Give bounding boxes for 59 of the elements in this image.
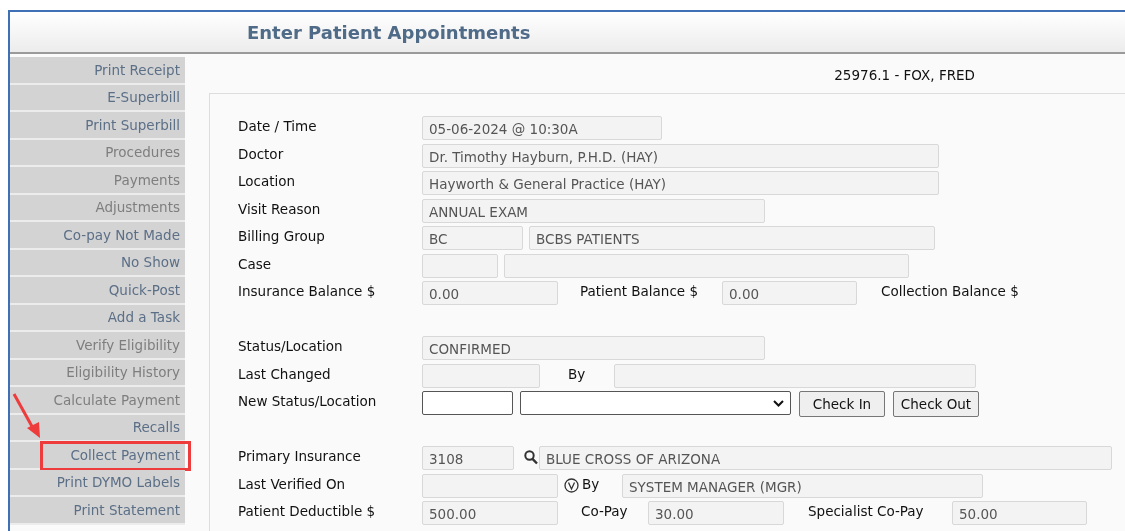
action-button[interactable]: Check In <box>799 391 885 417</box>
sidebar-item[interactable]: Recalls <box>10 414 185 442</box>
field-label: By <box>568 364 587 382</box>
text-field[interactable] <box>422 253 498 278</box>
text-field[interactable]: 50.00 <box>952 501 1087 525</box>
field-label: Doctor <box>238 144 285 162</box>
text-field[interactable]: Dr. Timothy Hayburn, P.H.D. (HAY) <box>422 143 939 168</box>
field-label: Status/Location <box>238 337 344 354</box>
field-label: Patient Balance $ <box>580 282 700 299</box>
page-title: Enter Patient Appointments <box>247 21 531 43</box>
text-field[interactable]: 3108 <box>422 446 514 470</box>
search-icon[interactable] <box>524 450 538 465</box>
text-field[interactable]: 0.00 <box>722 281 857 305</box>
sidebar-item[interactable]: Add a Task <box>10 304 185 332</box>
field-label: Co-Pay <box>581 502 629 519</box>
field-label: Location <box>238 172 297 189</box>
text-field[interactable] <box>614 363 976 388</box>
field-label: New Status/Location <box>238 392 378 409</box>
field-label: Billing Group <box>238 227 326 244</box>
sidebar-item[interactable]: Print Receipt <box>10 57 185 85</box>
text-field[interactable]: Hayworth & General Practice (HAY) <box>422 171 939 195</box>
input-field[interactable] <box>422 391 513 415</box>
text-field[interactable] <box>504 253 909 278</box>
sidebar-item[interactable]: E-Superbill <box>10 84 185 112</box>
chevron-down-icon <box>773 399 784 407</box>
sidebar-item[interactable]: No Show <box>10 249 185 277</box>
field-label: Collection Balance $ <box>881 282 1020 299</box>
text-field[interactable]: 30.00 <box>648 501 784 525</box>
action-button[interactable]: Check Out <box>893 391 979 417</box>
field-label: By <box>582 474 601 492</box>
text-field[interactable]: BLUE CROSS OF ARIZONA <box>539 446 1112 470</box>
text-field[interactable]: 05-06-2024 @ 10:30A <box>422 116 662 140</box>
field-label: Patient Deductible $ <box>238 502 377 519</box>
patient-header: 25976.1 - FOX, FRED <box>834 67 975 83</box>
field-label: Primary Insurance <box>238 447 362 464</box>
field-label: Specialist Co-Pay <box>808 502 925 519</box>
text-field[interactable] <box>422 473 558 498</box>
field-label: Date / Time <box>238 117 318 134</box>
text-field[interactable]: 500.00 <box>422 501 558 525</box>
text-field[interactable] <box>422 363 540 388</box>
text-field[interactable]: BC <box>422 226 523 250</box>
text-field[interactable]: SYSTEM MANAGER (MGR) <box>622 473 983 498</box>
field-label: Visit Reason <box>238 199 322 217</box>
sidebar-item[interactable]: Co-pay Not Made <box>10 222 185 250</box>
text-field[interactable]: BCBS PATIENTS <box>529 226 935 250</box>
arrow-annotation <box>12 392 42 440</box>
dropdown[interactable] <box>520 391 791 415</box>
sidebar-item[interactable]: Print Statement <box>10 497 185 525</box>
field-label: Last Changed <box>238 364 332 382</box>
field-label: Case <box>238 254 273 272</box>
text-field[interactable]: 0.00 <box>422 281 558 305</box>
text-field[interactable]: ANNUAL EXAM <box>422 198 765 223</box>
text-field[interactable]: CONFIRMED <box>422 336 765 360</box>
sidebar-item[interactable]: Print DYMO Labels <box>10 469 185 497</box>
sidebar-item[interactable]: Print Superbill <box>10 112 185 140</box>
field-label: Last Verified On <box>238 474 347 492</box>
circled-v-icon[interactable] <box>564 477 579 493</box>
field-label: Insurance Balance $ <box>238 282 377 299</box>
sidebar-item[interactable]: Quick-Post <box>10 277 185 305</box>
